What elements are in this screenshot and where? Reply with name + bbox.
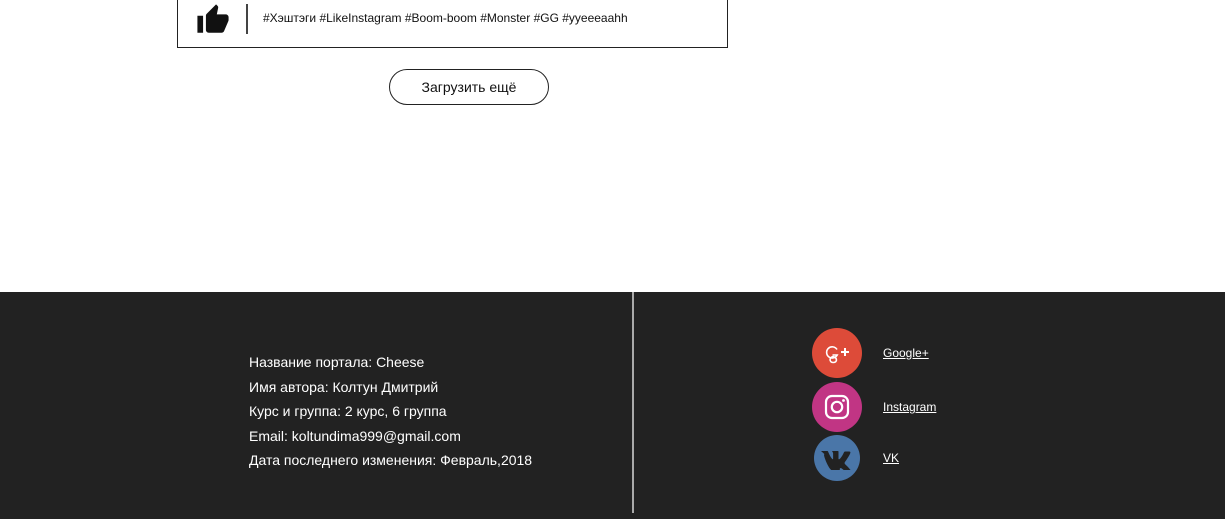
google-plus-link[interactable]: Google+ — [883, 346, 929, 360]
footer-info-last-modified: Дата последнего изменения: Февраль,2018 — [249, 452, 533, 468]
footer-info-email: Email: koltundima999@gmail.com — [249, 427, 461, 444]
google-plus-icon[interactable] — [812, 328, 862, 378]
social-item-google-plus: Google+ — [812, 328, 929, 378]
footer-info-course-group: Курс и группа: 2 курс, 6 группа — [249, 403, 447, 419]
card-divider — [246, 4, 248, 34]
vk-icon[interactable] — [814, 435, 860, 481]
footer-divider — [632, 292, 634, 513]
footer: Название портала: Cheese Имя автора: Кол… — [0, 292, 1225, 519]
social-item-instagram: Instagram — [812, 382, 936, 432]
post-hashtags[interactable]: #Хэштэги #LikeInstagram #Boom-boom #Mons… — [263, 11, 628, 25]
footer-info-author: Имя автора: Колтун Дмитрий — [249, 378, 439, 395]
social-item-vk: VK — [812, 435, 899, 481]
page: #Хэштэги #LikeInstagram #Boom-boom #Mons… — [0, 0, 1225, 519]
thumbs-up-icon[interactable] — [196, 3, 230, 37]
load-more-button[interactable]: Загрузить ещё — [389, 69, 549, 105]
footer-info-portal-name: Название портала: Cheese — [249, 354, 425, 370]
vk-link[interactable]: VK — [883, 451, 899, 465]
instagram-link[interactable]: Instagram — [883, 400, 936, 414]
footer-info-list: Название портала: Cheese Имя автора: Кол… — [249, 352, 532, 475]
instagram-icon[interactable] — [812, 382, 862, 432]
post-card: #Хэштэги #LikeInstagram #Boom-boom #Mons… — [177, 0, 728, 48]
